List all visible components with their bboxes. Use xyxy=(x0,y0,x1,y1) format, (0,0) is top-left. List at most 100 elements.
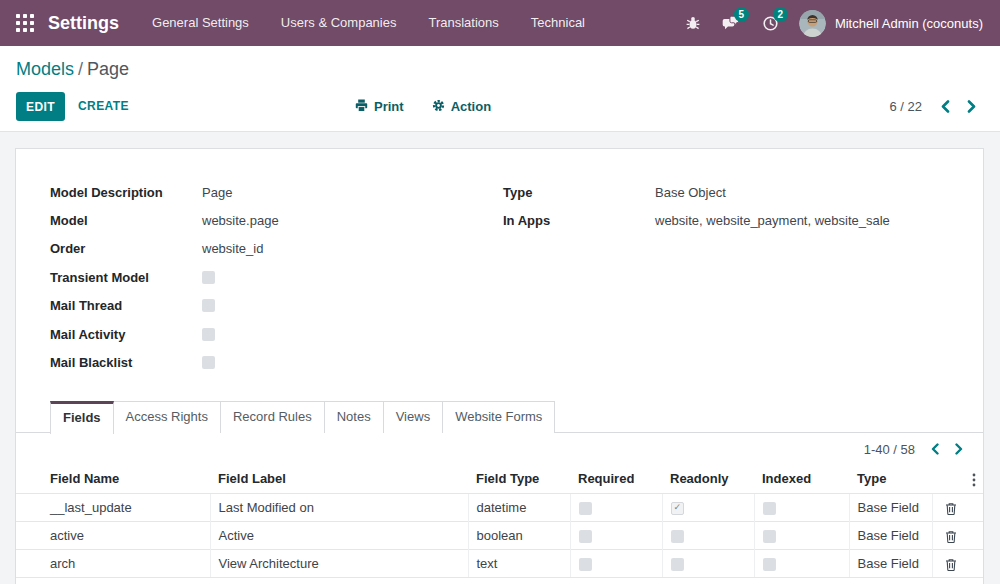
delete-row-icon[interactable] xyxy=(945,558,957,571)
optional-columns-icon[interactable] xyxy=(972,473,976,487)
col-header-field-label[interactable]: Field Label xyxy=(210,465,468,493)
breadcrumb-separator: / xyxy=(74,59,87,79)
col-header-required[interactable]: Required xyxy=(570,465,662,493)
col-header-indexed[interactable]: Indexed xyxy=(754,465,849,493)
col-header-readonly[interactable]: Readonly xyxy=(662,465,754,493)
list-pager-previous-icon[interactable] xyxy=(923,438,947,460)
cell-field-name[interactable]: __last_update xyxy=(16,493,210,521)
col-header-field-type[interactable]: Field Type xyxy=(468,465,570,493)
cell-field-label[interactable]: Active xyxy=(210,521,468,549)
form-field-row: Transient Model xyxy=(50,263,495,291)
cell-required xyxy=(570,521,662,549)
cell-type[interactable]: Base Field xyxy=(849,521,932,549)
field-value: Page xyxy=(202,185,232,200)
edit-button[interactable]: EDIT xyxy=(16,92,65,121)
readonly-checkbox xyxy=(671,558,684,571)
notebook: FieldsAccess RightsRecord RulesNotesView… xyxy=(16,401,983,433)
messages-badge: 5 xyxy=(734,7,749,22)
field-checkbox xyxy=(202,356,215,369)
pager-value[interactable]: 6 / 22 xyxy=(889,99,922,114)
create-button[interactable]: CREATE xyxy=(78,92,129,121)
form-field-row: Type Base Object xyxy=(503,178,948,206)
cell-readonly xyxy=(662,521,754,549)
messages-icon[interactable]: 5 xyxy=(722,0,742,46)
field-value: website, website_payment, website_sale xyxy=(655,213,890,228)
table-row[interactable]: arch View Architecture text Base Field xyxy=(16,549,983,577)
table-header-row: Field Name Field Label Field Type Requir… xyxy=(16,465,983,493)
app-name[interactable]: Settings xyxy=(48,13,119,34)
action-menu[interactable]: Action xyxy=(432,99,491,115)
delete-row-icon[interactable] xyxy=(945,530,957,543)
notebook-tab[interactable]: Fields xyxy=(50,401,114,434)
cell-field-name[interactable]: active xyxy=(16,521,210,549)
pager-next-icon[interactable] xyxy=(958,92,984,121)
form-field-row: Mail Activity xyxy=(50,320,495,348)
list-pager-value[interactable]: 1-40 / 58 xyxy=(864,442,915,457)
form-field-row: Order website_id xyxy=(50,235,495,263)
debug-bug-icon[interactable] xyxy=(683,0,703,46)
cell-field-label[interactable]: View Architecture xyxy=(210,549,468,577)
notebook-tab[interactable]: Notes xyxy=(324,401,384,433)
form-field-row: Model website.page xyxy=(50,206,495,234)
top-navbar: Settings General SettingsUsers & Compani… xyxy=(0,0,1000,46)
field-value: website_id xyxy=(202,241,263,256)
content-area: Model Description Page Model website.pag… xyxy=(0,131,1000,584)
cell-field-name[interactable]: arch xyxy=(16,549,210,577)
cell-readonly xyxy=(662,493,754,521)
activities-clock-icon[interactable]: 2 xyxy=(761,0,781,46)
cell-type[interactable]: Base Field xyxy=(849,549,932,577)
form-field-row: In Apps website, website_payment, websit… xyxy=(503,206,948,234)
required-checkbox xyxy=(579,502,592,515)
indexed-checkbox xyxy=(763,502,776,515)
field-checkbox xyxy=(202,328,215,341)
cell-type[interactable]: Base Field xyxy=(849,493,932,521)
field-label: Model Description xyxy=(50,185,202,200)
cell-field-label[interactable]: Last Modified on xyxy=(210,493,468,521)
form-field-row: Model Description Page xyxy=(50,178,495,206)
field-label: Model xyxy=(50,213,202,228)
col-header-field-name[interactable]: Field Name xyxy=(16,465,210,493)
gear-icon xyxy=(432,99,445,115)
form-sheet: Model Description Page Model website.pag… xyxy=(15,148,984,584)
action-menus: Print Action xyxy=(355,92,491,121)
field-value: website.page xyxy=(202,213,279,228)
record-pager: 6 / 22 xyxy=(889,92,984,121)
apps-menu-icon[interactable] xyxy=(16,14,34,32)
form-field-row: Mail Blacklist xyxy=(50,348,495,376)
navbar-menu-item[interactable]: Technical xyxy=(515,0,601,46)
breadcrumb-models-link[interactable]: Models xyxy=(16,59,74,79)
indexed-checkbox xyxy=(763,558,776,571)
navbar-menu-item[interactable]: Users & Companies xyxy=(265,0,413,46)
printer-icon xyxy=(355,99,368,115)
cell-indexed xyxy=(754,493,849,521)
field-checkbox xyxy=(202,299,215,312)
fields-table: Field Name Field Label Field Type Requir… xyxy=(16,465,983,578)
notebook-tab[interactable]: Views xyxy=(383,401,443,433)
notebook-tab[interactable]: Website Forms xyxy=(442,401,555,433)
field-value: Base Object xyxy=(655,185,726,200)
delete-row-icon[interactable] xyxy=(945,502,957,515)
user-avatar[interactable] xyxy=(799,10,826,37)
notebook-tab[interactable]: Record Rules xyxy=(220,401,325,433)
field-label: Mail Activity xyxy=(50,327,202,342)
cell-indexed xyxy=(754,521,849,549)
pager-previous-icon[interactable] xyxy=(932,92,958,121)
cell-field-type[interactable]: text xyxy=(468,549,570,577)
cell-field-type[interactable]: datetime xyxy=(468,493,570,521)
navbar-menu-item[interactable]: Translations xyxy=(412,0,514,46)
activities-badge: 2 xyxy=(773,7,788,22)
indexed-checkbox xyxy=(763,530,776,543)
list-pager: 1-40 / 58 xyxy=(864,438,971,460)
user-menu[interactable]: Mitchell Admin (coconuts) xyxy=(835,16,983,31)
col-header-type[interactable]: Type xyxy=(849,465,932,493)
cell-field-type[interactable]: boolean xyxy=(468,521,570,549)
table-row[interactable]: active Active boolean Base Field xyxy=(16,521,983,549)
print-menu[interactable]: Print xyxy=(355,99,404,115)
list-pager-next-icon[interactable] xyxy=(947,438,971,460)
notebook-tab[interactable]: Access Rights xyxy=(113,401,221,433)
navbar-menu-item[interactable]: General Settings xyxy=(136,0,265,46)
table-row[interactable]: __last_update Last Modified on datetime … xyxy=(16,493,983,521)
field-label: Transient Model xyxy=(50,270,202,285)
cell-indexed xyxy=(754,549,849,577)
readonly-checkbox xyxy=(671,530,684,543)
